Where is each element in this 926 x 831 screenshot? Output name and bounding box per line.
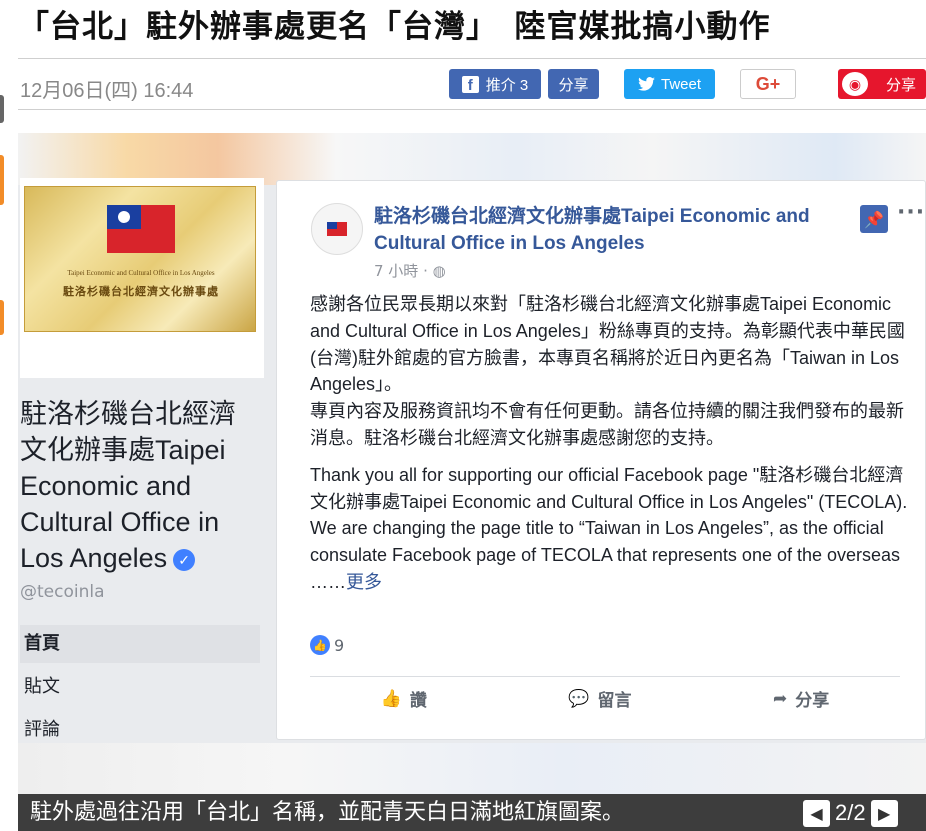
page-avatar[interactable] — [311, 203, 363, 255]
twitter-tweet-button[interactable]: Tweet — [624, 69, 715, 99]
post-actions: 👍 讚 💬 留言 ➦ 分享 — [310, 686, 900, 712]
page-handle: @tecoinla — [20, 582, 105, 602]
facebook-share-button[interactable]: 分享 — [548, 69, 599, 99]
article-photo: Taipei Economic and Cultural Office in L… — [18, 133, 926, 798]
roc-flag-icon — [107, 205, 175, 253]
divider — [18, 58, 926, 59]
thumbs-up-icon: 👍 — [380, 688, 402, 709]
photo-pager: ◀ 2/2 ▶ — [803, 798, 898, 828]
facebook-like-button[interactable]: f 推介 3 — [449, 69, 541, 99]
nav-item-posts[interactable]: 貼文 — [20, 668, 260, 706]
facebook-icon: f — [461, 75, 479, 93]
verified-badge-icon: ✓ — [173, 548, 196, 571]
nav-item-home[interactable]: 首頁 — [20, 625, 260, 663]
post-paragraph: We are changing the page title to “Taiwa… — [310, 518, 901, 592]
sun-icon — [118, 211, 130, 223]
post-paragraph: 感謝各位民眾長期以來對「駐洛杉磯台北經濟文化辦事處Taipei Economic… — [310, 294, 905, 395]
pager-count: 2/2 — [835, 800, 866, 825]
like-button[interactable]: 👍 讚 — [380, 686, 427, 712]
weibo-share-button[interactable]: ◉ 分享 — [838, 69, 926, 99]
edge-tab[interactable] — [0, 300, 4, 335]
next-arrow-icon[interactable]: ▶ — [870, 799, 898, 827]
divider — [18, 109, 926, 110]
globe-icon: ◍ — [432, 262, 446, 280]
post-author[interactable]: 駐洛杉磯台北經濟文化辦事處Taipei Economic and Cultura… — [374, 203, 864, 257]
share-arrow-icon: ➦ — [773, 688, 788, 709]
divider — [310, 676, 900, 677]
weibo-label: 分享 — [885, 76, 916, 94]
post-time: 7 小時 · ◍ — [374, 262, 446, 280]
google-plus-button[interactable]: G+ — [740, 69, 796, 99]
photo-caption: 駐外處過往沿用「台北」名稱，並配青天白日滿地紅旗圖案。 — [18, 794, 926, 831]
photo-border-decoration — [18, 743, 926, 798]
plaque-english-text: Taipei Economic and Cultural Office in L… — [67, 269, 215, 277]
cover-photo: Taipei Economic and Cultural Office in L… — [20, 178, 264, 378]
article-headline: 「台北」駐外辦事處更名「台灣」 陸官媒批搞小動作 — [18, 9, 771, 45]
edge-tab[interactable] — [0, 155, 4, 205]
post-paragraph: 專頁內容及服務資訊均不會有任何更動。請各位持續的關注我們發布的最新消息。駐洛杉磯… — [310, 401, 904, 448]
news-photo-page: { "article":{ "headline":"「台北」駐外辦事處更名「台灣… — [0, 0, 926, 831]
pin-icon[interactable]: 📌 — [860, 205, 888, 233]
edge-tab[interactable] — [0, 95, 4, 123]
article-date: 12月06日(四) 16:44 — [20, 80, 194, 102]
previous-arrow-icon[interactable]: ◀ — [803, 799, 830, 827]
post-body: 感謝各位民眾長期以來對「駐洛杉磯台北經濟文化辦事處Taipei Economic… — [310, 291, 920, 596]
share-button[interactable]: ➦ 分享 — [773, 686, 829, 712]
roc-flag-icon — [327, 222, 347, 236]
page-name-text: 駐洛杉磯台北經濟文化辦事處Taipei Economic and Cultura… — [20, 399, 236, 573]
see-more-link[interactable]: 更多 — [346, 572, 382, 592]
nav-item-reviews[interactable]: 評論 — [20, 711, 260, 749]
post-paragraph: Thank you all for supporting our officia… — [310, 464, 908, 512]
thumbs-up-icon: 👍 — [310, 635, 330, 655]
more-options-icon[interactable]: ··· — [897, 200, 925, 225]
weibo-icon: ◉ — [842, 72, 868, 96]
comment-button[interactable]: 💬 留言 — [568, 686, 631, 712]
gold-plaque: Taipei Economic and Cultural Office in L… — [24, 186, 256, 332]
page-name: 駐洛杉磯台北經濟文化辦事處Taipei Economic and Cultura… — [20, 396, 260, 576]
facebook-post: 駐洛杉磯台北經濟文化辦事處Taipei Economic and Cultura… — [276, 180, 926, 740]
comment-icon: 💬 — [568, 688, 590, 709]
facebook-like-label: 推介 3 — [485, 76, 529, 94]
twitter-label: Tweet — [660, 75, 702, 93]
plaque-chinese-text: 駐洛杉磯台北經濟文化辦事處 — [63, 285, 219, 298]
twitter-bird-icon — [638, 77, 655, 91]
like-count[interactable]: 👍 9 — [310, 635, 344, 655]
